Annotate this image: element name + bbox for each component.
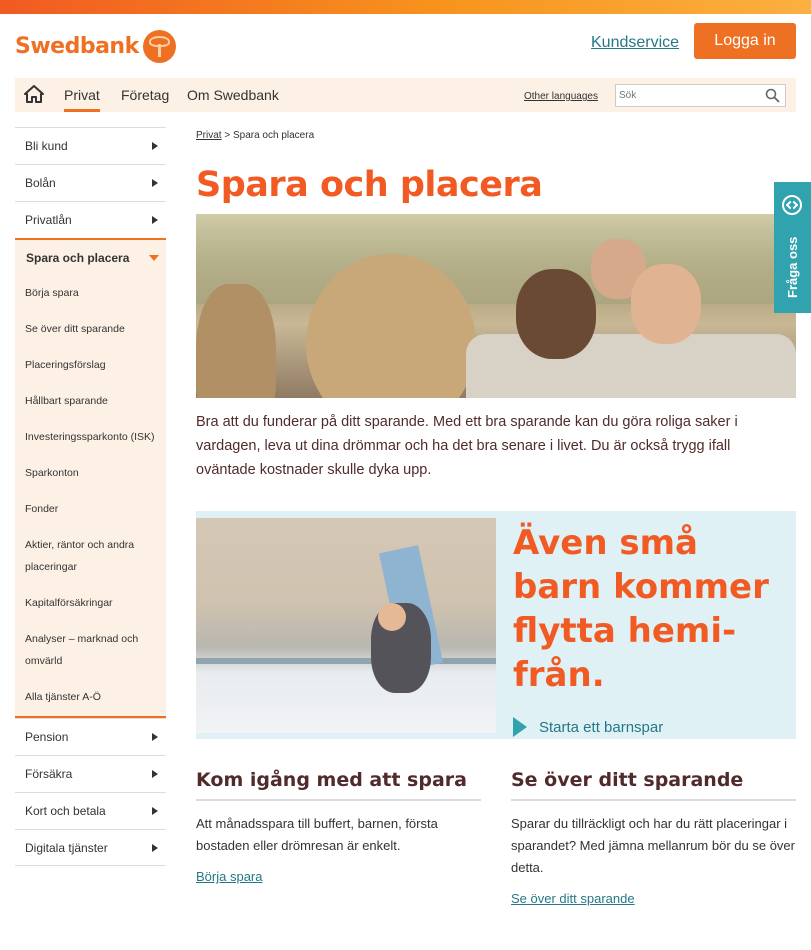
kundservice-link[interactable]: Kundservice <box>591 34 679 52</box>
oak-tree-icon <box>142 30 176 63</box>
sidebar-item-label: Bolån <box>25 176 56 190</box>
other-languages-link[interactable]: Other languages <box>524 91 598 102</box>
sidebar-item-forsakra[interactable]: Försäkra <box>15 755 166 792</box>
promo-image <box>196 518 496 733</box>
submenu-item[interactable]: Investeringssparkonto (ISK) <box>15 426 166 448</box>
sidebar-bottom-group: Pension Försäkra Kort och betala Digital… <box>15 718 166 866</box>
hero-image <box>196 214 796 398</box>
submenu-item[interactable]: Sparkonton <box>15 462 166 484</box>
promo-link-label: Starta ett barnspar <box>539 718 664 736</box>
sidebar-submenu: Börja spara Se över ditt sparande Placer… <box>15 276 166 718</box>
submenu-item[interactable]: Hållbart sparande <box>15 390 166 412</box>
chat-arrows-icon <box>782 195 802 215</box>
sidebar-item-label: Kort och betala <box>25 804 106 818</box>
breadcrumb-separator: > <box>224 130 231 141</box>
sidebar-item-spara-och-placera[interactable]: Spara och placera <box>15 238 166 276</box>
sidebar-item-label: Spara och placera <box>26 251 130 265</box>
brand-stripe <box>0 0 811 14</box>
info-column-kom-igang: Kom igång med att spara Att månadsspara … <box>196 769 481 884</box>
chevron-right-icon <box>152 142 158 150</box>
submenu-item[interactable]: Börja spara <box>15 282 166 304</box>
promo-heading: Även små barn kommer flytta hemi-från. <box>513 523 769 695</box>
main-nav: Privat Företag Om Swedbank Other languag… <box>15 78 796 112</box>
search-input[interactable] <box>616 85 756 106</box>
sidebar-item-kort-och-betala[interactable]: Kort och betala <box>15 792 166 829</box>
logo-wordmark: Swedbank <box>15 34 139 59</box>
fraga-oss-label: Fråga oss <box>785 236 800 298</box>
sidebar-item-label: Digitala tjänster <box>25 840 108 855</box>
starta-barnspar-link[interactable]: Starta ett barnspar <box>513 717 663 737</box>
nav-tab-privat[interactable]: Privat <box>64 87 100 112</box>
sidebar-item-pension[interactable]: Pension <box>15 718 166 755</box>
submenu-item[interactable]: Kapitalförsäkringar <box>15 592 166 614</box>
se-over-sparande-link[interactable]: Se över ditt sparande <box>511 891 796 906</box>
fraga-oss-tab[interactable]: Fråga oss <box>774 182 811 313</box>
submenu-item[interactable]: Placeringsförslag <box>15 354 166 376</box>
chevron-right-icon <box>152 733 158 741</box>
column-title: Se över ditt sparande <box>511 769 796 801</box>
login-button[interactable]: Logga in <box>694 23 796 59</box>
sidebar-item-label: Försäkra <box>25 767 73 781</box>
sidebar-item-label: Privatlån <box>25 213 72 227</box>
home-icon[interactable] <box>24 85 44 103</box>
chevron-right-icon <box>152 844 158 852</box>
column-text: Sparar du tillräckligt och har du rätt p… <box>511 816 795 875</box>
sidebar-item-bolan[interactable]: Bolån <box>15 164 166 201</box>
sidebar-item-privatlan[interactable]: Privatlån <box>15 201 166 238</box>
barnspar-promo: Även små barn kommer flytta hemi-från. S… <box>196 511 796 739</box>
breadcrumb: Privat > Spara och placera <box>196 130 314 141</box>
nav-tab-foretag[interactable]: Företag <box>121 87 169 103</box>
chevron-right-icon <box>152 179 158 187</box>
swedbank-logo[interactable]: Swedbank <box>15 30 176 63</box>
play-arrow-icon <box>513 717 527 737</box>
submenu-item[interactable]: Fonder <box>15 498 166 520</box>
sidebar-item-label: Pension <box>25 730 69 744</box>
chevron-right-icon <box>152 770 158 778</box>
submenu-item[interactable]: Aktier, räntor och andra placeringar <box>15 534 166 578</box>
column-title: Kom igång med att spara <box>196 769 481 801</box>
submenu-item[interactable]: Analyser – marknad och omvärld <box>15 628 166 672</box>
chevron-down-icon <box>149 255 159 261</box>
breadcrumb-home-link[interactable]: Privat <box>196 130 222 141</box>
page-title: Spara och placera <box>196 165 543 205</box>
borja-spara-link[interactable]: Börja spara <box>196 869 481 884</box>
column-text: Att månadsspara till buffert, barnen, fö… <box>196 816 438 853</box>
sidebar-item-label: Bli kund <box>25 139 68 153</box>
breadcrumb-current: Spara och placera <box>232 130 315 141</box>
chevron-right-icon <box>152 216 158 224</box>
sidebar-item-bli-kund[interactable]: Bli kund <box>15 127 166 164</box>
intro-text: Bra att du funderar på ditt sparande. Me… <box>196 414 738 478</box>
search-box <box>615 84 786 107</box>
submenu-item[interactable]: Alla tjänster A-Ö <box>15 686 166 708</box>
sidebar-item-digitala-tjanster[interactable]: Digitala tjänster <box>15 829 166 866</box>
info-column-se-over: Se över ditt sparande Sparar du tillräck… <box>511 769 796 906</box>
sidebar-nav: Bli kund Bolån Privatlån Spara och place… <box>15 127 166 866</box>
search-icon[interactable] <box>765 88 780 103</box>
nav-tab-om-swedbank[interactable]: Om Swedbank <box>187 87 279 103</box>
submenu-item[interactable]: Se över ditt sparande <box>15 318 166 340</box>
chevron-right-icon <box>152 807 158 815</box>
